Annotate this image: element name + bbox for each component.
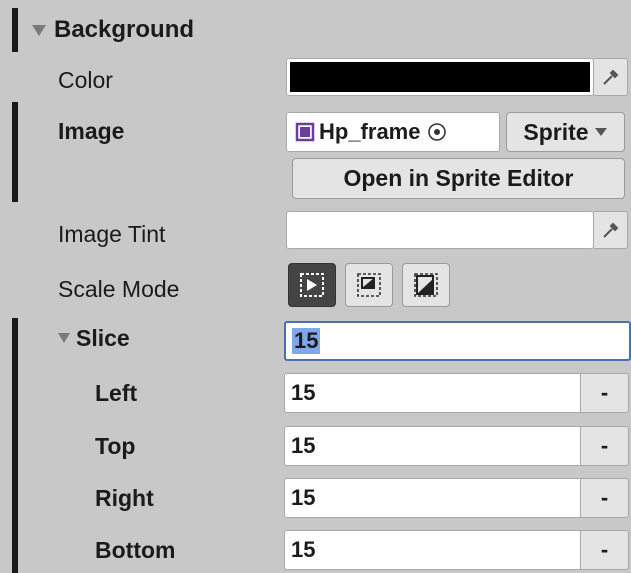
image-label: Image xyxy=(58,117,125,144)
top-label: Top xyxy=(95,432,136,459)
bottom-minus-button[interactable]: - xyxy=(580,530,629,570)
object-picker-icon[interactable] xyxy=(426,121,448,143)
scale-to-fit-icon xyxy=(357,273,381,297)
scale-mode-label: Scale Mode xyxy=(58,275,180,302)
override-bar-slice xyxy=(12,318,18,573)
slice-label: Slice xyxy=(76,324,130,351)
color-swatch xyxy=(290,62,590,92)
override-bar-image xyxy=(12,102,18,202)
left-minus-button[interactable]: - xyxy=(580,373,629,413)
bottom-label: Bottom xyxy=(95,536,176,563)
top-minus-button[interactable]: - xyxy=(580,426,629,466)
bottom-input[interactable]: 15 xyxy=(284,530,581,570)
dropdown-arrow-icon xyxy=(594,128,607,136)
color-field[interactable] xyxy=(286,58,594,96)
sprite-asset-icon xyxy=(295,122,315,142)
scale-and-crop-icon xyxy=(414,273,438,297)
minus-label: - xyxy=(600,485,609,510)
left-label: Left xyxy=(95,379,138,406)
right-minus-button[interactable]: - xyxy=(580,478,629,518)
slice-foldout[interactable]: Slice xyxy=(58,318,130,358)
slice-input[interactable]: 15 xyxy=(284,321,631,361)
sprite-type-value: Sprite xyxy=(523,118,589,145)
eyedropper-icon xyxy=(602,69,618,85)
image-tint-label: Image Tint xyxy=(58,220,166,247)
left-value: 15 xyxy=(291,380,316,405)
right-label: Right xyxy=(95,484,154,511)
open-sprite-editor-button[interactable]: Open in Sprite Editor xyxy=(292,158,625,199)
sprite-type-dropdown[interactable]: Sprite xyxy=(506,112,625,152)
right-input[interactable]: 15 xyxy=(284,478,581,518)
color-label: Color xyxy=(58,66,113,93)
image-object-field[interactable]: Hp_frame xyxy=(286,112,500,152)
section-title: Background xyxy=(54,16,195,43)
image-tint-eyedropper-button[interactable] xyxy=(594,211,628,249)
slice-value: 15 xyxy=(292,328,321,354)
minus-label: - xyxy=(600,433,609,458)
right-value: 15 xyxy=(291,485,316,510)
top-input[interactable]: 15 xyxy=(284,426,581,466)
scale-mode-stretch-button[interactable] xyxy=(288,263,336,307)
image-tint-field[interactable] xyxy=(286,211,594,249)
background-foldout-header[interactable]: Background xyxy=(18,10,631,50)
foldout-arrow-icon xyxy=(32,24,46,36)
inspector-background-section: Background Color Image Hp_frame Sprite O… xyxy=(0,0,631,573)
minus-label: - xyxy=(600,380,609,405)
stretch-icon xyxy=(300,273,324,297)
top-value: 15 xyxy=(291,433,316,458)
bottom-value: 15 xyxy=(291,537,316,562)
eyedropper-icon xyxy=(602,222,618,238)
scale-mode-crop-button[interactable] xyxy=(402,263,450,307)
foldout-arrow-icon xyxy=(58,333,70,343)
open-sprite-editor-label: Open in Sprite Editor xyxy=(343,165,574,191)
color-eyedropper-button[interactable] xyxy=(594,58,628,96)
scale-mode-fit-button[interactable] xyxy=(345,263,393,307)
image-asset-name: Hp_frame xyxy=(319,119,421,144)
minus-label: - xyxy=(600,537,609,562)
left-input[interactable]: 15 xyxy=(284,373,581,413)
